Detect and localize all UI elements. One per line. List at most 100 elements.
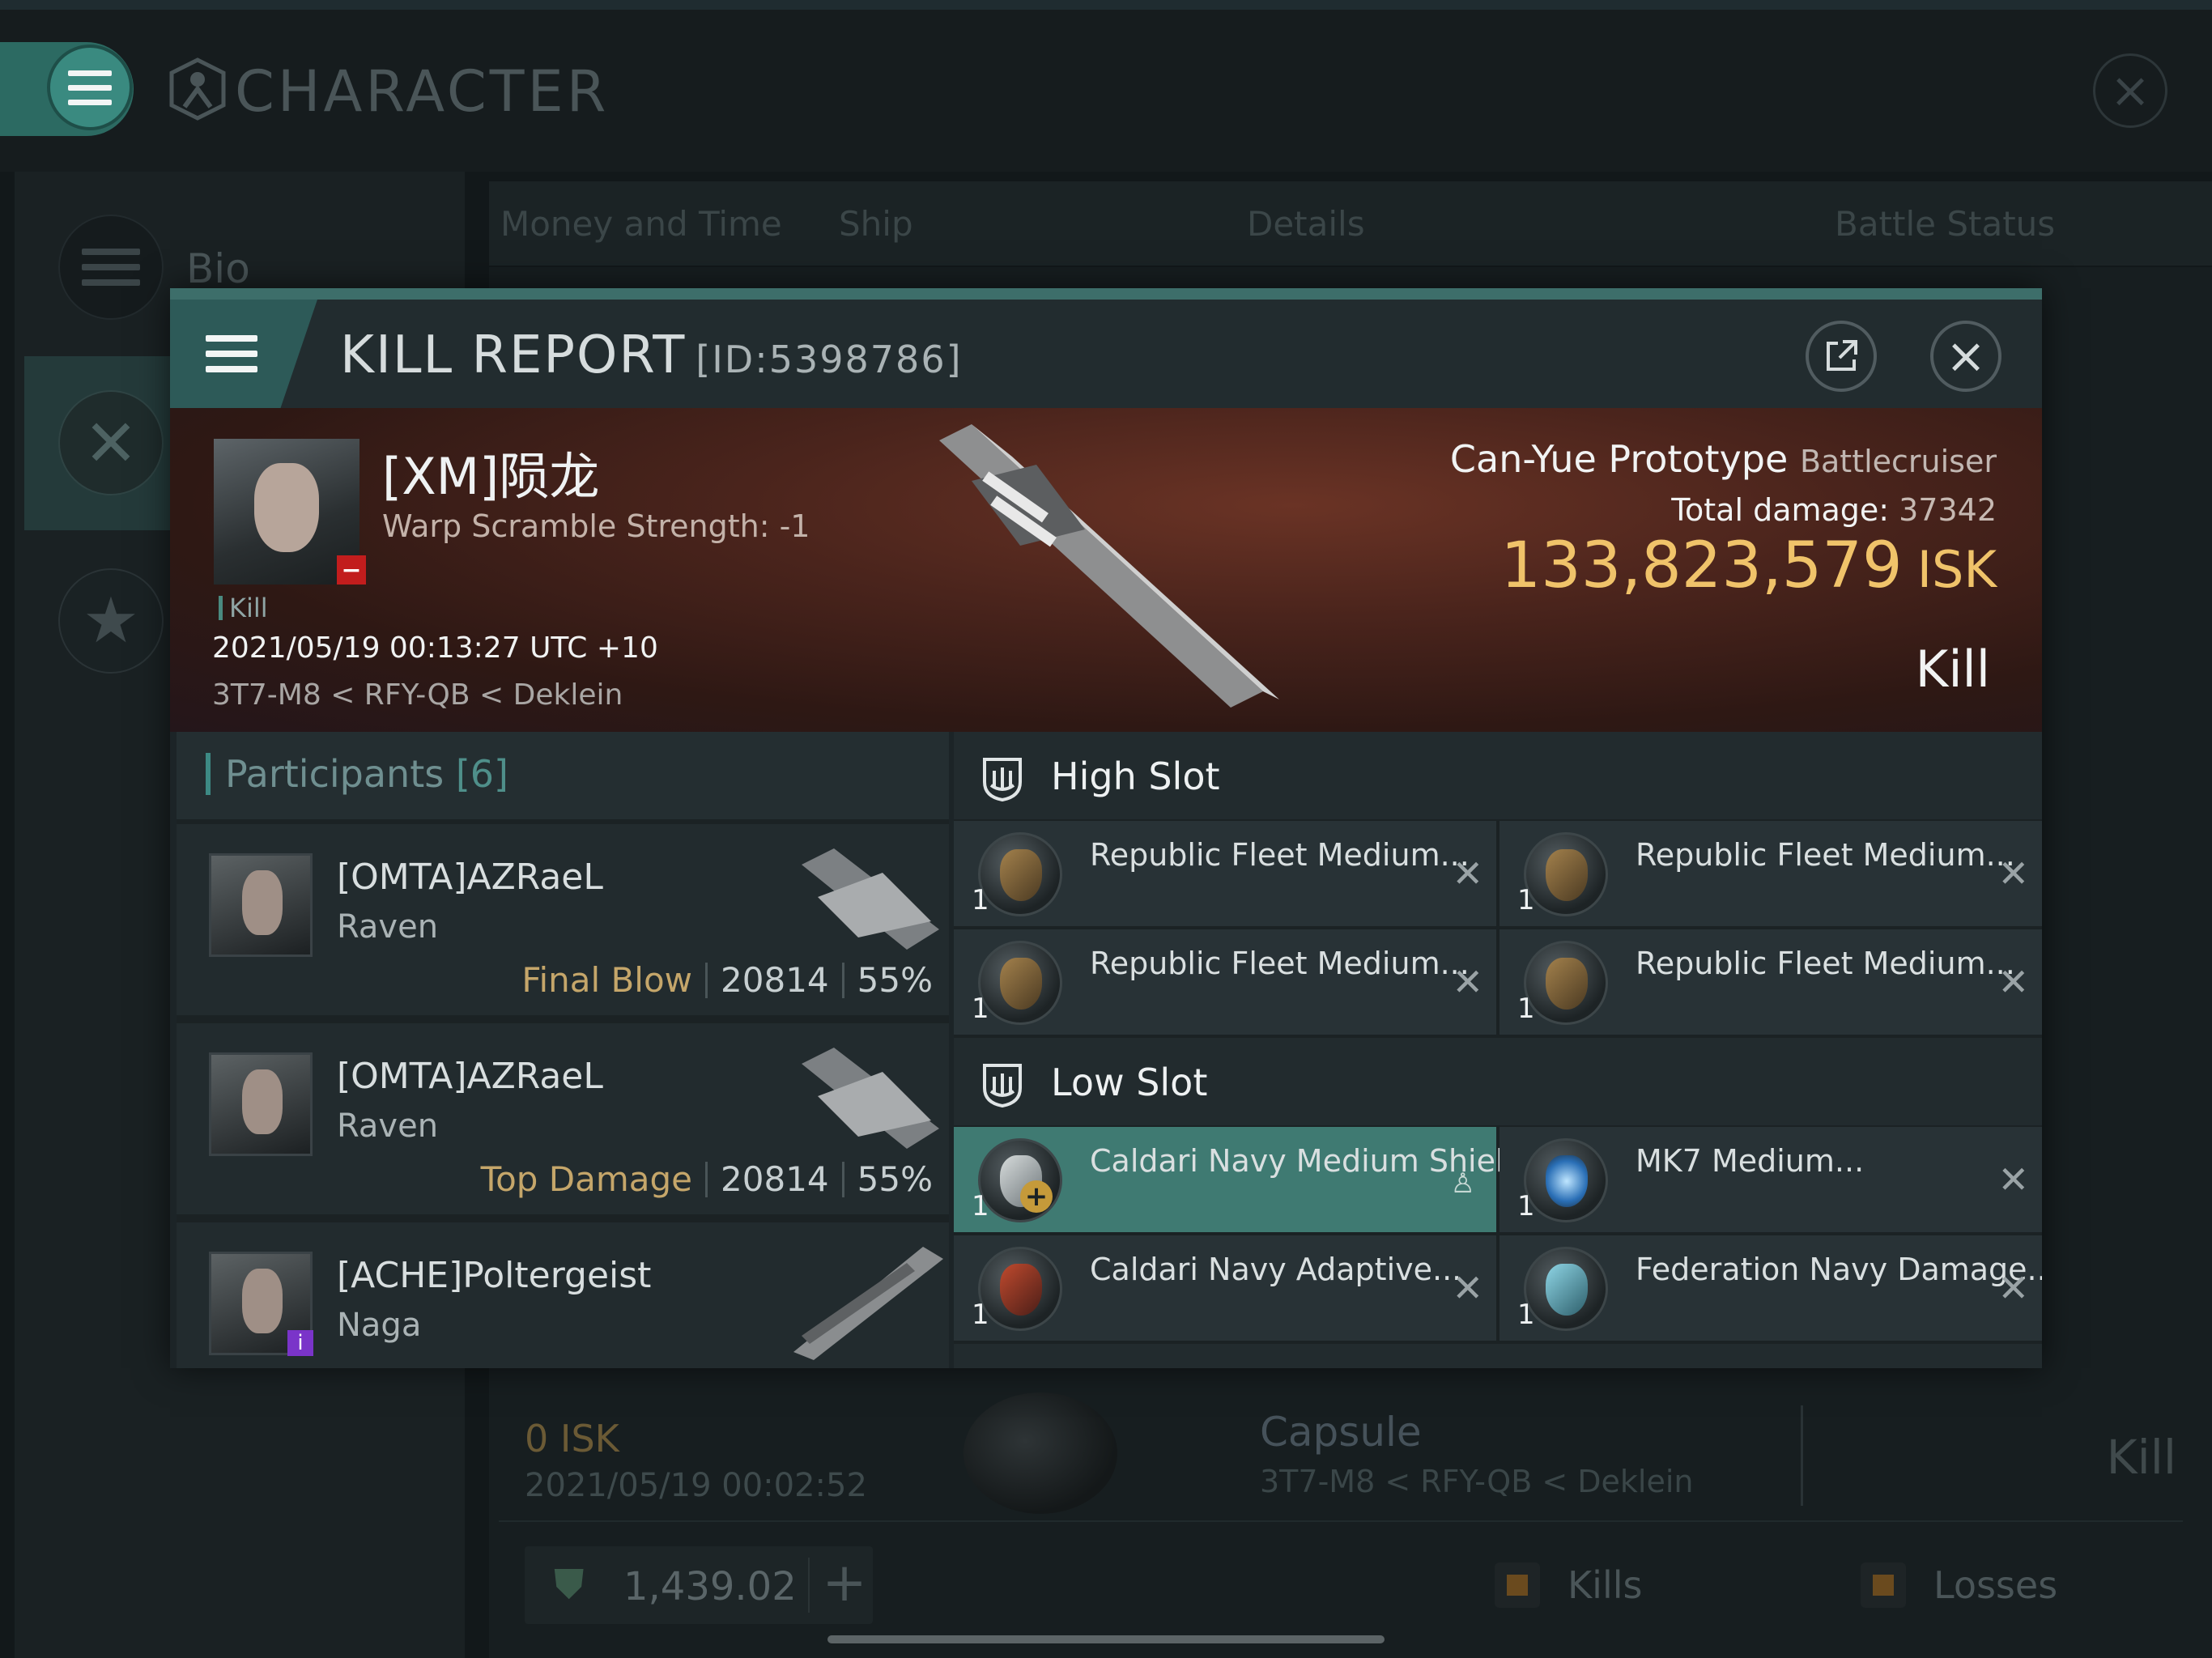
module-name: Caldari Navy Medium Shield ... <box>1090 1143 1563 1179</box>
kills-checkbox[interactable] <box>1495 1562 1540 1608</box>
footer-balance: ⛊ 1,439.02 + <box>525 1546 873 1624</box>
module-quantity: 1 <box>972 993 989 1025</box>
ship-name: Capsule <box>1260 1409 1422 1456</box>
tab-ship[interactable]: Ship <box>839 204 913 244</box>
divider <box>808 1558 810 1613</box>
total-damage: Total damage: 37342 <box>1671 492 1997 528</box>
module-name: Republic Fleet Medium... <box>1090 946 1470 981</box>
shield-icon: ⛊ <box>554 1561 585 1608</box>
module-item[interactable]: 1 Republic Fleet Medium... ✕ <box>954 929 1496 1035</box>
home-indicator <box>827 1635 1385 1643</box>
main-menu-button[interactable] <box>47 45 133 130</box>
legend-label: Losses <box>1933 1563 2058 1607</box>
add-button[interactable]: + <box>816 1551 873 1613</box>
participant-role: Top Damage <box>480 1159 693 1199</box>
mid-slot-icon <box>980 1367 1025 1368</box>
participant-row[interactable]: [OMTA]AZRaeL Raven Top Damage 20814 55% <box>177 1023 949 1214</box>
share-button[interactable] <box>1806 321 1877 392</box>
module-item[interactable]: 1 MK7 Medium... ✕ <box>1499 1127 2042 1232</box>
avatar: i <box>209 1252 313 1356</box>
participants-title: Participants [6] <box>206 753 508 795</box>
external-link-icon <box>1827 340 1857 371</box>
legend-kills[interactable]: Kills <box>1495 1562 1642 1608</box>
kill-tag: Kill <box>219 595 268 621</box>
projectile-turret-icon <box>1524 941 1608 1025</box>
isk-amount: 133,823,579 <box>1500 529 1903 602</box>
participants-panel: Participants [6] [OMTA]AZRaeL Raven Fina… <box>177 732 949 1368</box>
participant-name: [OMTA]AZRaeL <box>337 857 603 898</box>
destroyed-icon: ✕ <box>1452 852 1483 895</box>
crossed-swords-icon: ✕ <box>58 390 164 495</box>
participant-name: [OMTA]AZRaeL <box>337 1056 603 1097</box>
high-slot-icon <box>983 758 1022 802</box>
participants-label: Participants <box>225 752 445 796</box>
victim-subtitle: Warp Scramble Strength: -1 <box>382 508 810 544</box>
shield-module-icon <box>978 1138 1062 1222</box>
module-item[interactable]: 1 Federation Navy Damage... ✕ <box>1499 1235 2042 1341</box>
tab-details[interactable]: Details <box>1247 204 1365 244</box>
module-quantity: 1 <box>972 884 989 916</box>
participant-row[interactable]: i [ACHE]Poltergeist Naga <box>177 1222 949 1368</box>
close-app-button[interactable]: × <box>2093 53 2167 128</box>
legend-losses[interactable]: Losses <box>1861 1562 2057 1608</box>
person-icon: ♙ <box>1450 1167 1475 1200</box>
kill-time: 2021/05/19 00:13:27 UTC +10 <box>212 631 658 665</box>
bio-icon <box>58 215 164 320</box>
status-strip <box>0 0 2212 10</box>
destroyed-icon: ✕ <box>1452 1266 1483 1310</box>
participant-percent: 55% <box>857 960 933 1000</box>
module-quantity: 1 <box>972 1299 989 1331</box>
ship-class: Battlecruiser <box>1799 444 1997 479</box>
total-damage-label: Total damage: <box>1671 492 1890 528</box>
ship-name: Can-Yue Prototype <box>1449 437 1789 481</box>
module-name: Republic Fleet Medium... <box>1636 946 2015 981</box>
info-badge-icon: i <box>287 1330 313 1356</box>
participants-header[interactable]: Participants [6] <box>177 732 949 819</box>
tab-money-and-time[interactable]: Money and Time <box>500 204 782 244</box>
high-slot-title: High Slot <box>1051 755 1220 798</box>
kill-report-modal: KILL REPORT [ID:5398786] × − [XM]陨龙 Warp … <box>170 288 2042 1368</box>
projectile-turret-icon <box>978 941 1062 1025</box>
naga-ship-image <box>793 1247 943 1360</box>
victim-ship[interactable]: Can-Yue Prototype Battlecruiser <box>1450 437 1997 481</box>
losses-checkbox[interactable] <box>1861 1562 1906 1608</box>
module-item[interactable]: 1 Republic Fleet Medium... ✕ <box>954 821 1496 926</box>
participant-damage: 20814 <box>721 1159 829 1199</box>
tab-battle-status[interactable]: Battle Status <box>1835 204 2055 244</box>
isk-unit: ISK <box>1916 540 1997 599</box>
low-slot-title: Low Slot <box>1051 1061 1208 1104</box>
participant-role: Final Blow <box>521 960 693 1000</box>
module-item[interactable]: 1 Republic Fleet Medium... ✕ <box>1499 929 2042 1035</box>
modal-menu-button[interactable] <box>170 300 317 408</box>
kill-location[interactable]: 3T7-M8 < RFY-QB < Deklein <box>212 678 623 712</box>
mid-slot-header <box>954 1344 2042 1368</box>
module-item[interactable]: 1 Caldari Navy Adaptive... ✕ <box>954 1235 1496 1341</box>
participant-ship: Raven <box>337 1107 439 1145</box>
legend-label: Kills <box>1568 1563 1643 1607</box>
close-modal-button[interactable]: × <box>1930 321 2001 392</box>
avatar <box>209 1052 313 1156</box>
destroyed-icon: ✕ <box>1997 1266 2029 1310</box>
close-icon: × <box>2109 62 2151 119</box>
kill-date: 2021/05/19 00:02:52 <box>525 1467 867 1504</box>
victim-avatar[interactable]: − <box>214 439 366 585</box>
list-item[interactable]: 0 ISK 2021/05/19 00:02:52 Capsule 3T7-M8… <box>499 1376 2183 1522</box>
modal-accent-bar <box>170 288 2042 300</box>
module-item-selected[interactable]: + 1 Caldari Navy Medium Shield ... ♙ <box>954 1127 1563 1232</box>
tab-bar: Money and Time Ship Details Battle Statu… <box>489 181 2212 266</box>
total-damage-value: 37342 <box>1899 492 1997 528</box>
module-name: Federation Navy Damage... <box>1636 1252 2042 1287</box>
victim-name[interactable]: [XM]陨龙 <box>382 436 599 508</box>
participant-row[interactable]: [OMTA]AZRaeL Raven Final Blow 20814 55% <box>177 824 949 1015</box>
star-icon: ★ <box>58 568 164 674</box>
participant-name: [ACHE]Poltergeist <box>337 1255 652 1296</box>
report-id: [ID:5398786] <box>696 338 963 381</box>
module-item[interactable]: 1 Republic Fleet Medium... ✕ <box>1499 821 2042 926</box>
participant-stats: Top Damage 20814 55% <box>481 1159 933 1199</box>
module-quantity: 1 <box>1517 884 1535 916</box>
raven-ship-image <box>802 848 939 950</box>
thruster-module-icon <box>1524 1138 1608 1222</box>
participant-ship: Naga <box>337 1307 422 1344</box>
participant-ship: Raven <box>337 908 439 946</box>
module-quantity: 1 <box>1517 993 1535 1025</box>
